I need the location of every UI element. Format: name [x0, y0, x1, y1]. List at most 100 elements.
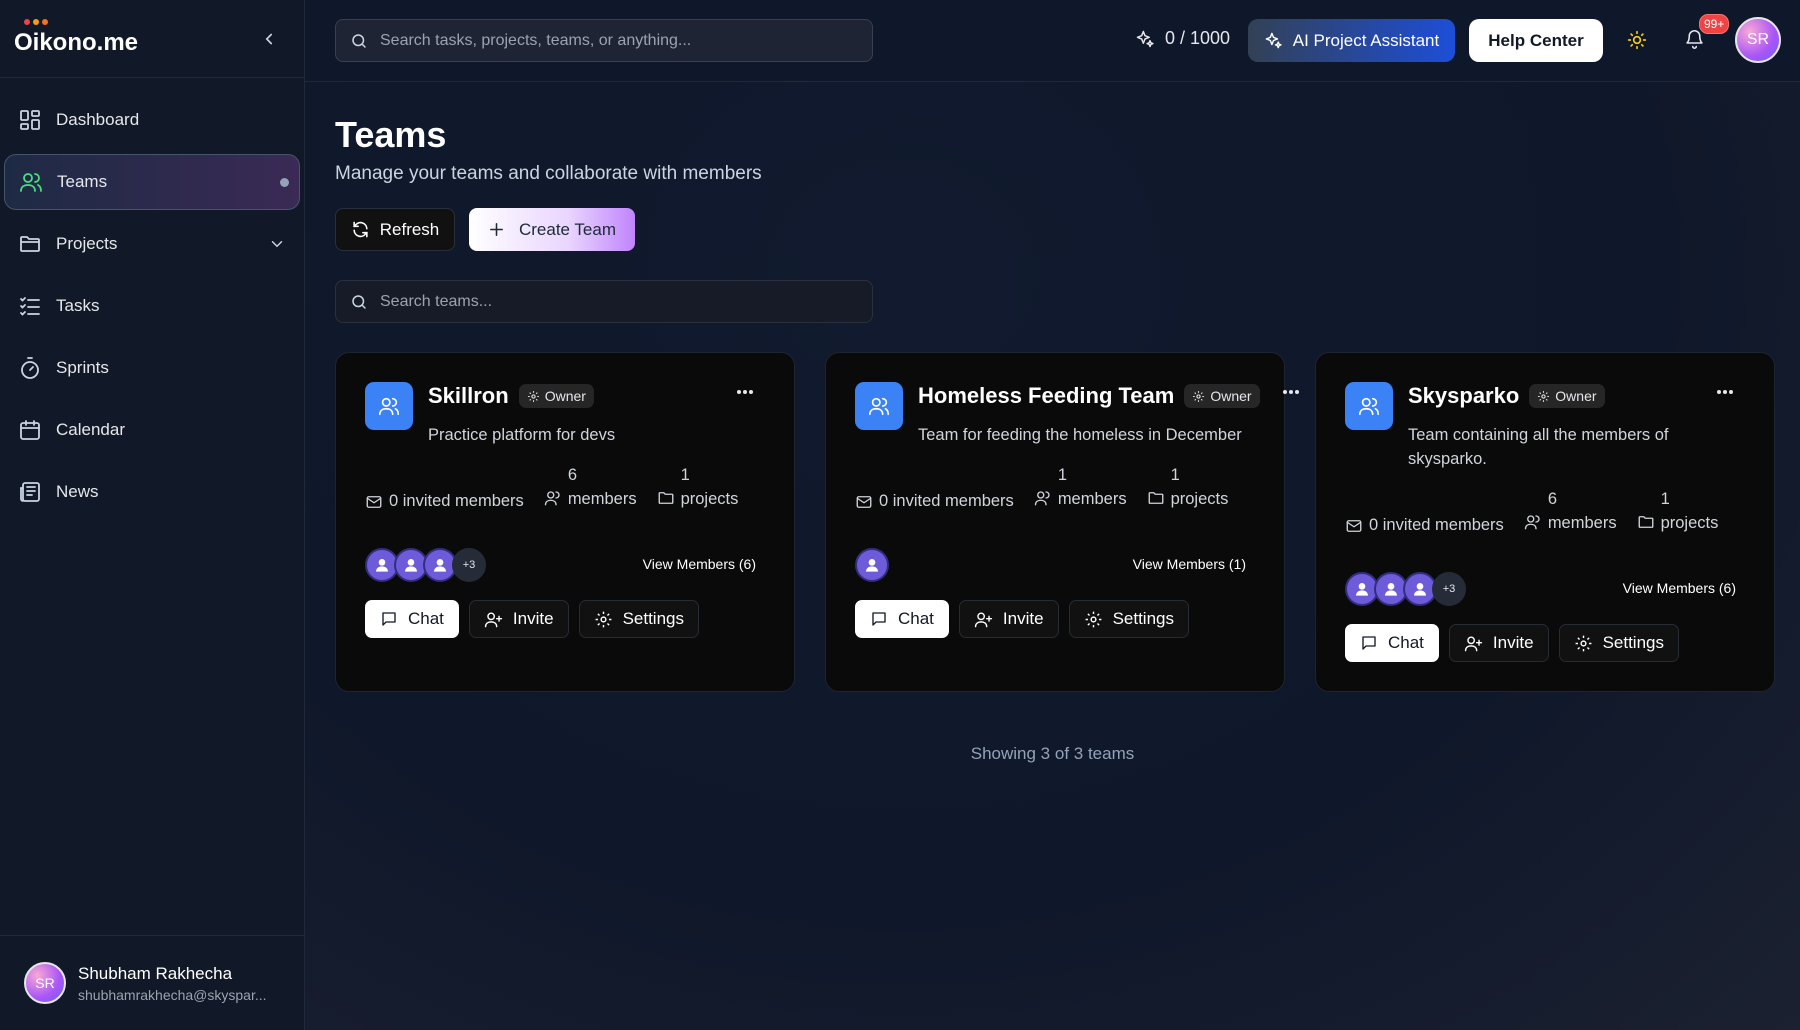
- refresh-label: Refresh: [379, 219, 440, 239]
- sidebar-item-calendar[interactable]: Calendar: [4, 402, 300, 458]
- settings-button[interactable]: Settings: [1068, 600, 1189, 638]
- help-center-button[interactable]: Help Center: [1469, 19, 1603, 62]
- member-avatars[interactable]: [855, 548, 889, 582]
- chat-label: Chat: [1388, 633, 1424, 652]
- user-name: Shubham Rakhecha: [78, 963, 233, 983]
- sidebar-item-dashboard[interactable]: Dashboard: [4, 92, 300, 148]
- create-team-button[interactable]: Create Team: [469, 208, 635, 251]
- team-actions: Chat Invite Settings: [855, 600, 1189, 638]
- team-search[interactable]: [335, 280, 873, 323]
- settings-button[interactable]: Settings: [1558, 624, 1679, 662]
- member-avatar-icon: [855, 548, 889, 582]
- sun-icon[interactable]: [1627, 30, 1647, 50]
- credits-value: 0 / 1000: [1165, 28, 1231, 48]
- more-options-icon[interactable]: [1282, 389, 1300, 395]
- ai-assistant-button[interactable]: AI Project Assistant: [1248, 19, 1455, 62]
- sidebar-item-label: Teams: [57, 172, 108, 191]
- view-members-link[interactable]: View Members (1): [1133, 556, 1246, 572]
- invite-label: Invite: [512, 609, 554, 628]
- team-card-homeless-feeding[interactable]: Homeless Feeding Team Owner Team for fee…: [825, 352, 1299, 692]
- role-badge: Owner: [518, 384, 594, 408]
- chat-label: Chat: [898, 609, 934, 628]
- sidebar-item-label: Projects: [56, 234, 118, 253]
- user-plus-icon: [484, 610, 503, 629]
- chat-button[interactable]: Chat: [1345, 624, 1439, 662]
- more-options-icon[interactable]: [736, 389, 754, 395]
- sidebar-item-label: Calendar: [56, 420, 125, 439]
- projects-count: 1: [680, 466, 690, 484]
- logo-dot-red: [24, 18, 30, 25]
- chat-button[interactable]: Chat: [365, 600, 459, 638]
- search-icon: [350, 293, 368, 311]
- projects-text: 1 projects: [1661, 487, 1719, 535]
- invite-button[interactable]: Invite: [468, 600, 569, 638]
- role-label: Owner: [1210, 388, 1252, 404]
- team-name[interactable]: Skillron: [428, 383, 509, 409]
- chat-label: Chat: [408, 609, 444, 628]
- team-name[interactable]: Skysparko: [1408, 383, 1519, 409]
- timer-icon: [18, 356, 42, 380]
- team-card-skysparko[interactable]: Skysparko Owner Team containing all the …: [1315, 352, 1775, 692]
- projects-count: 1: [1660, 490, 1670, 508]
- folder-icon: [657, 489, 675, 507]
- team-search-input[interactable]: [380, 292, 858, 311]
- logo[interactable]: Oikono.me: [14, 18, 139, 57]
- invite-label: Invite: [1002, 609, 1044, 628]
- team-card-skillron[interactable]: Skillron Owner Practice platform for dev…: [335, 352, 795, 692]
- sidebar: Oikono.me Dashboard Teams Projects Tasks…: [0, 0, 305, 1030]
- view-members-link[interactable]: View Members (6): [1623, 580, 1736, 596]
- team-name[interactable]: Homeless Feeding Team: [918, 383, 1174, 409]
- member-avatars[interactable]: +3: [365, 548, 486, 582]
- members-count: 6: [567, 466, 577, 484]
- extra-members-count: +3: [1432, 572, 1466, 606]
- avatar[interactable]: SR: [1735, 17, 1781, 63]
- settings-label: Settings: [1112, 609, 1174, 628]
- brand-name: Oikono.me: [14, 28, 139, 56]
- newspaper-icon: [18, 480, 42, 504]
- invite-button[interactable]: Invite: [1448, 624, 1549, 662]
- sidebar-item-tasks[interactable]: Tasks: [4, 278, 300, 334]
- projects-label: projects: [1170, 490, 1229, 508]
- team-actions: Chat Invite Settings: [1345, 624, 1679, 662]
- users-icon: [1034, 489, 1052, 507]
- sidebar-item-teams[interactable]: Teams: [4, 154, 300, 210]
- teams-count-footer: Showing 3 of 3 teams: [970, 744, 1135, 763]
- folder-icon: [18, 232, 42, 256]
- more-options-icon[interactable]: [1716, 389, 1734, 395]
- global-search[interactable]: [335, 19, 873, 62]
- active-indicator-dot: [280, 177, 289, 187]
- logo-dot-amber: [33, 18, 39, 25]
- sidebar-item-sprints[interactable]: Sprints: [4, 340, 300, 396]
- projects-text: 1 projects: [1171, 463, 1229, 511]
- user-email: shubhamrakhecha@skyspar...: [78, 986, 267, 1003]
- refresh-button[interactable]: Refresh: [335, 208, 455, 251]
- view-members-link[interactable]: View Members (6): [643, 556, 756, 572]
- chevron-down-icon[interactable]: [268, 235, 286, 253]
- members-text: 1 members: [1058, 463, 1127, 511]
- list-icon: [18, 294, 42, 318]
- invite-button[interactable]: Invite: [958, 600, 1059, 638]
- projects-stat: 1 projects: [1147, 463, 1229, 511]
- members-stat: 6 members: [1524, 487, 1617, 535]
- sidebar-item-projects[interactable]: Projects: [4, 216, 300, 272]
- plus-icon: [488, 221, 505, 238]
- logo-dots: [24, 18, 48, 25]
- create-team-label: Create Team: [518, 219, 616, 239]
- role-label: Owner: [544, 388, 586, 404]
- members-label: members: [567, 490, 637, 508]
- gear-icon: [594, 610, 613, 629]
- member-avatars[interactable]: +3: [1345, 572, 1466, 606]
- team-description: Team for feeding the homeless in Decembe…: [918, 426, 1242, 444]
- user-profile[interactable]: SR Shubham Rakhecha shubhamrakhecha@skys…: [0, 935, 305, 1030]
- gear-icon: [1537, 390, 1550, 403]
- team-description: Practice platform for devs: [428, 426, 616, 444]
- sidebar-item-news[interactable]: News: [4, 464, 300, 520]
- notification-badge: 99+: [1699, 14, 1730, 34]
- members-stat: 1 members: [1034, 463, 1127, 511]
- projects-text: 1 projects: [681, 463, 739, 511]
- chevron-left-icon[interactable]: [260, 30, 278, 48]
- search-input[interactable]: [380, 31, 858, 50]
- users-icon: [365, 382, 413, 430]
- settings-button[interactable]: Settings: [578, 600, 699, 638]
- chat-button[interactable]: Chat: [855, 600, 949, 638]
